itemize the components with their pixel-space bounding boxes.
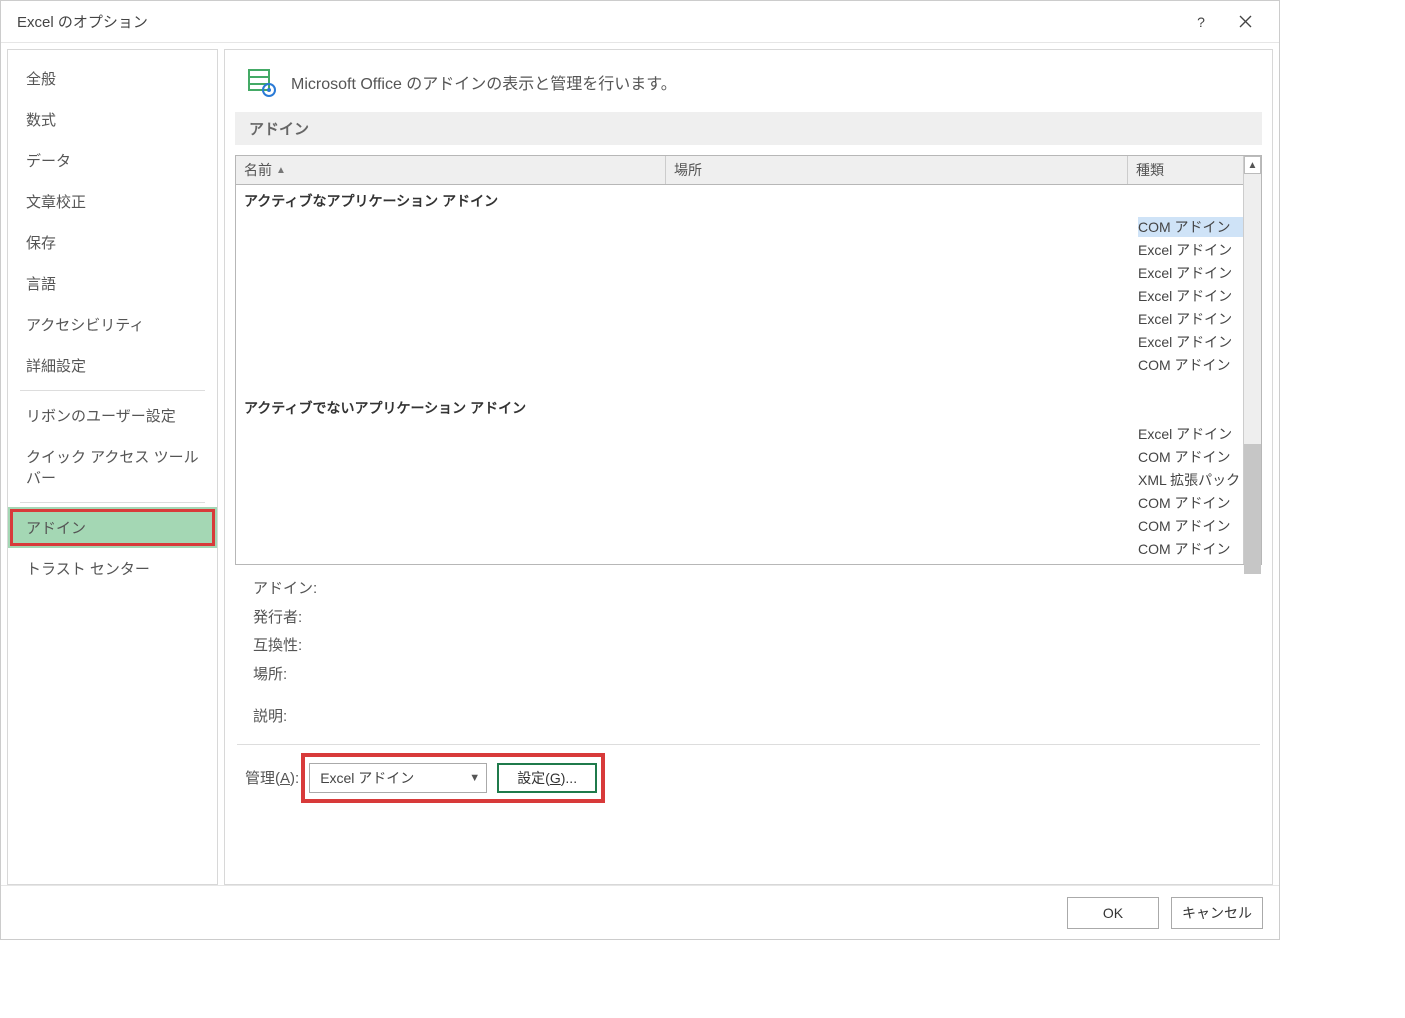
panel-title: Microsoft Office のアドインの表示と管理を行います。 — [291, 70, 677, 94]
table-row[interactable]: Excel アドイン — [236, 238, 1243, 261]
table-row[interactable]: COM アドイン — [236, 353, 1243, 376]
scroll-up-icon[interactable]: ▲ — [1244, 156, 1261, 174]
col-name[interactable]: 名前 ▲ — [236, 156, 666, 184]
table-row[interactable]: COM アドイン — [236, 491, 1243, 514]
divider — [237, 744, 1260, 745]
section-title: アドイン — [235, 112, 1262, 145]
sidebar-item-qat[interactable]: クイック アクセス ツール バー — [8, 436, 217, 498]
group-inactive: アクティブでないアプリケーション アドイン — [236, 394, 1243, 422]
detail-location-label: 場所: — [253, 661, 321, 690]
dialog-footer: OK キャンセル — [1, 885, 1279, 939]
col-type[interactable]: 種類 — [1128, 156, 1243, 184]
sidebar-item-accessibility[interactable]: アクセシビリティ — [8, 304, 217, 345]
scroll-thumb[interactable] — [1244, 444, 1261, 574]
manage-label: 管理(A): — [245, 767, 299, 788]
table-row[interactable]: COM アドイン — [236, 514, 1243, 537]
manage-dropdown[interactable]: Excel アドイン ▼ — [309, 763, 487, 793]
detail-addin-label: アドイン: — [253, 575, 321, 604]
titlebar: Excel のオプション ? — [1, 1, 1279, 43]
sidebar-item-proofing[interactable]: 文章校正 — [8, 181, 217, 222]
sidebar-item-ribbon[interactable]: リボンのユーザー設定 — [8, 395, 217, 436]
table-header: 名前 ▲ 場所 種類 — [236, 156, 1243, 185]
table-body[interactable]: アクティブなアプリケーション アドイン COM アドイン Excel アドイン … — [236, 185, 1243, 564]
table-row[interactable]: COM アドイン — [236, 445, 1243, 468]
sidebar-item-advanced[interactable]: 詳細設定 — [8, 345, 217, 386]
manage-dropdown-value: Excel アドイン — [320, 768, 414, 788]
sidebar-item-formulas[interactable]: 数式 — [8, 99, 217, 140]
sort-asc-icon: ▲ — [276, 165, 286, 176]
table-row[interactable]: COM アドイン — [236, 537, 1243, 560]
vertical-scrollbar[interactable]: ▲ ▼ — [1243, 156, 1261, 564]
detail-compat-label: 互換性: — [253, 632, 321, 661]
sidebar-item-addins[interactable]: アドイン — [8, 507, 217, 548]
table-row[interactable]: Excel アドイン — [236, 560, 1243, 564]
excel-options-dialog: Excel のオプション ? 全般 数式 データ 文章校正 保存 言語 アクセシ… — [0, 0, 1280, 940]
addins-table: 名前 ▲ 場所 種類 アクティブなアプリケーション アドイン COM アドイン … — [235, 155, 1262, 565]
help-button[interactable]: ? — [1179, 1, 1223, 43]
panel-header: Microsoft Office のアドインの表示と管理を行います。 — [225, 50, 1272, 106]
sidebar-item-trustcenter[interactable]: トラスト センター — [8, 548, 217, 589]
category-sidebar: 全般 数式 データ 文章校正 保存 言語 アクセシビリティ 詳細設定 リボンのユ… — [7, 49, 218, 885]
table-row[interactable]: Excel アドイン — [236, 261, 1243, 284]
table-row[interactable]: XML 拡張パック — [236, 468, 1243, 491]
manage-controls-highlighted: Excel アドイン ▼ 設定(G)... — [309, 763, 597, 793]
dialog-body: 全般 数式 データ 文章校正 保存 言語 アクセシビリティ 詳細設定 リボンのユ… — [1, 43, 1279, 885]
close-button[interactable] — [1223, 1, 1267, 43]
col-location[interactable]: 場所 — [666, 156, 1128, 184]
manage-row: 管理(A): Excel アドイン ▼ 設定(G)... — [225, 753, 1272, 809]
sidebar-item-data[interactable]: データ — [8, 140, 217, 181]
close-icon — [1239, 15, 1252, 28]
table-row[interactable]: Excel アドイン — [236, 330, 1243, 353]
table-row[interactable]: Excel アドイン — [236, 284, 1243, 307]
group-active: アクティブなアプリケーション アドイン — [236, 187, 1243, 215]
dialog-title: Excel のオプション — [17, 11, 1179, 32]
scroll-track[interactable] — [1244, 174, 1261, 546]
table-scroll-region: 名前 ▲ 場所 種類 アクティブなアプリケーション アドイン COM アドイン … — [236, 156, 1243, 564]
table-row[interactable]: Excel アドイン — [236, 307, 1243, 330]
sidebar-item-save[interactable]: 保存 — [8, 222, 217, 263]
table-row[interactable]: COM アドイン — [236, 215, 1243, 238]
detail-publisher-label: 発行者: — [253, 604, 321, 633]
chevron-down-icon: ▼ — [469, 772, 480, 784]
sidebar-item-language[interactable]: 言語 — [8, 263, 217, 304]
detail-description-label: 説明: — [253, 703, 321, 732]
sidebar-separator — [20, 390, 205, 391]
col-name-label: 名前 — [244, 160, 272, 180]
ok-button[interactable]: OK — [1067, 897, 1159, 929]
sidebar-separator — [20, 502, 205, 503]
sidebar-item-general[interactable]: 全般 — [8, 58, 217, 99]
go-button[interactable]: 設定(G)... — [497, 763, 597, 793]
addin-icon — [245, 66, 277, 98]
cancel-button[interactable]: キャンセル — [1171, 897, 1263, 929]
table-row[interactable]: Excel アドイン — [236, 422, 1243, 445]
addin-details: アドイン: 発行者: 互換性: 場所: 説明: — [225, 565, 1272, 736]
addins-panel: Microsoft Office のアドインの表示と管理を行います。 アドイン … — [224, 49, 1273, 885]
